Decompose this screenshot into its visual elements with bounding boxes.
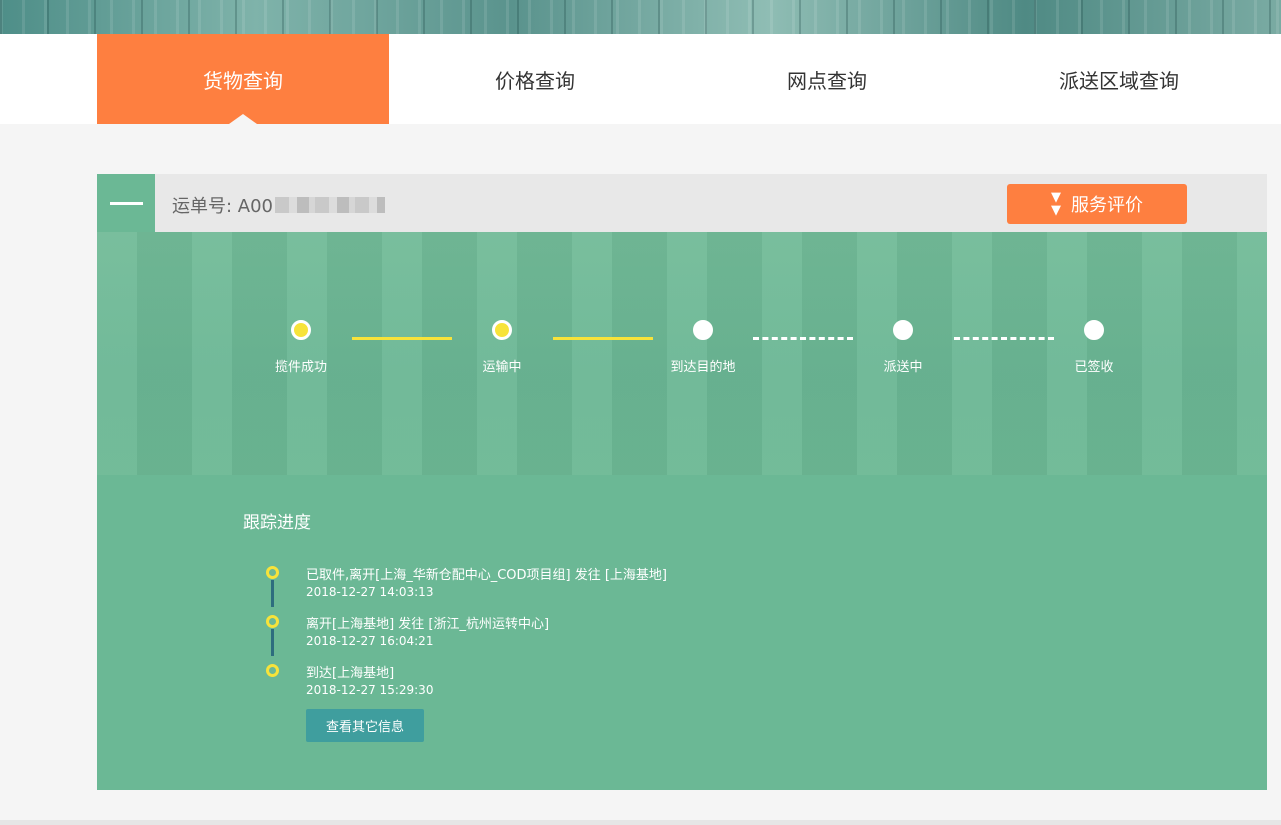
step-picked-up: 揽件成功 bbox=[241, 320, 361, 375]
tab-label: 网点查询 bbox=[787, 68, 867, 93]
timeline-marker-icon bbox=[266, 566, 279, 579]
double-chevron-down-icon: ▼ ▼ bbox=[1051, 190, 1061, 218]
tab-price-query[interactable]: 价格查询 bbox=[389, 34, 681, 124]
step-label: 揽件成功 bbox=[274, 360, 327, 375]
tracking-entry-time: 2018-12-27 15:29:30 bbox=[306, 683, 434, 697]
step-connector bbox=[553, 337, 653, 340]
view-more-info-button[interactable]: 查看其它信息 bbox=[306, 709, 424, 742]
tab-label: 货物查询 bbox=[203, 68, 283, 93]
step-dot bbox=[492, 320, 512, 340]
timeline-line bbox=[271, 629, 274, 656]
footer-divider bbox=[0, 820, 1281, 825]
timeline-marker-icon bbox=[266, 615, 279, 628]
query-tabs: 货物查询 价格查询 网点查询 派送区域查询 bbox=[0, 34, 1281, 124]
tab-outlet-query[interactable]: 网点查询 bbox=[681, 34, 973, 124]
tracking-title: 跟踪进度 bbox=[243, 513, 311, 533]
timeline-marker-icon bbox=[266, 664, 279, 677]
step-connector bbox=[753, 337, 853, 340]
timeline-line bbox=[271, 580, 274, 607]
step-arrived: 到达目的地 bbox=[643, 320, 763, 375]
tracking-entry-text: 已取件,离开[上海_华新仓配中心_COD项目组] 发往 [上海基地] bbox=[306, 568, 668, 583]
minus-icon bbox=[110, 202, 143, 205]
service-rating-label: 服务评价 bbox=[1071, 195, 1143, 216]
tracking-entry-text: 离开[上海基地] 发往 [浙江_杭州运转中心] bbox=[306, 617, 550, 632]
step-label: 派送中 bbox=[883, 360, 923, 375]
step-dot bbox=[291, 320, 311, 340]
step-dot bbox=[693, 320, 713, 340]
masked-waybill-digits bbox=[275, 197, 386, 213]
tracking-entry-time: 2018-12-27 14:03:13 bbox=[306, 585, 434, 599]
step-label: 运输中 bbox=[482, 360, 522, 375]
tracking-entry-time: 2018-12-27 16:04:21 bbox=[306, 634, 434, 648]
step-signed: 已签收 bbox=[1034, 320, 1154, 375]
step-label: 已签收 bbox=[1074, 360, 1114, 375]
shipment-panel: 运单号: A00 ▼ ▼ 服务评价 揽件成功 运输中 到达目的地 派送中 已签收… bbox=[97, 174, 1267, 790]
waybill-label: 运单号: A00 bbox=[172, 196, 274, 217]
tab-label: 价格查询 bbox=[495, 68, 575, 93]
step-delivering: 派送中 bbox=[843, 320, 963, 375]
step-connector bbox=[352, 337, 452, 340]
collapse-button[interactable] bbox=[97, 174, 155, 232]
step-label: 到达目的地 bbox=[670, 360, 736, 375]
shipment-header: 运单号: A00 ▼ ▼ 服务评价 bbox=[97, 174, 1267, 232]
tracking-entry-text: 到达[上海基地] bbox=[306, 666, 395, 681]
step-dot bbox=[1084, 320, 1104, 340]
tab-cargo-query[interactable]: 货物查询 bbox=[97, 34, 389, 124]
step-dot bbox=[893, 320, 913, 340]
view-more-info-label: 查看其它信息 bbox=[325, 720, 404, 735]
waybill-number: 运单号: A00 bbox=[172, 192, 386, 218]
progress-steps: 揽件成功 运输中 到达目的地 派送中 已签收 bbox=[97, 232, 1267, 475]
tab-label: 派送区域查询 bbox=[1059, 68, 1179, 93]
step-in-transit: 运输中 bbox=[442, 320, 562, 375]
header-banner-image bbox=[0, 0, 1281, 34]
tab-delivery-area-query[interactable]: 派送区域查询 bbox=[973, 34, 1265, 124]
service-rating-button[interactable]: ▼ ▼ 服务评价 bbox=[1007, 184, 1187, 224]
